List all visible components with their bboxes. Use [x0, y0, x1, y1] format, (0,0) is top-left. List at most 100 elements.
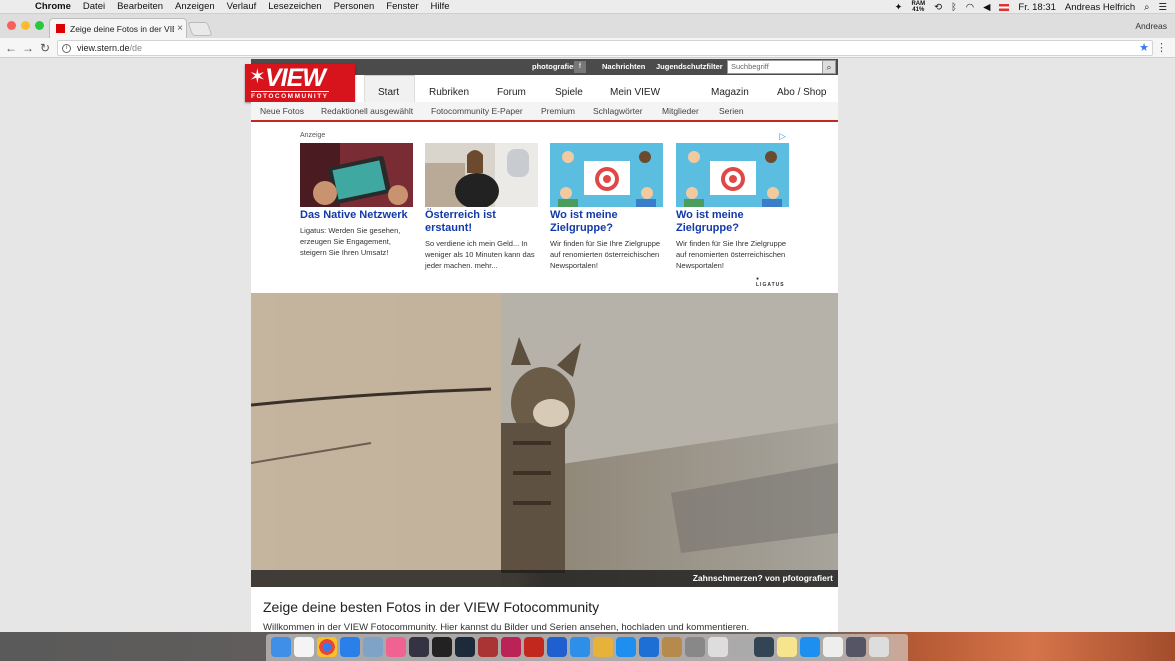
ad-card-title[interactable]: Wo ist meine Zielgruppe?: [676, 209, 789, 235]
affinity-photo-icon[interactable]: [478, 637, 498, 657]
hero-caption[interactable]: Zahnschmerzen? von pfotografiert: [251, 570, 838, 587]
ad-card-title[interactable]: Wo ist meine Zielgruppe?: [550, 209, 663, 235]
subnav-e-paper[interactable]: Fotocommunity E-Paper: [431, 106, 523, 116]
subnav-premium[interactable]: Premium: [541, 106, 575, 116]
ad-image-tablet[interactable]: [300, 143, 413, 207]
bluetooth-icon[interactable]: ᛒ: [951, 2, 957, 13]
document-icon[interactable]: [823, 637, 843, 657]
ad-image-target-audience[interactable]: [676, 143, 789, 207]
chrome-icon[interactable]: [317, 637, 337, 657]
menu-personen[interactable]: Personen: [334, 1, 375, 12]
top-link-jugendschutzfilter[interactable]: Jugendschutzfilter: [656, 62, 723, 71]
nav-rubriken[interactable]: Rubriken: [429, 87, 469, 98]
menu-bearbeiten[interactable]: Bearbeiten: [117, 1, 163, 12]
ad-card[interactable]: Österreich ist erstaunt! So verdiene ich…: [425, 143, 538, 271]
itunes-icon[interactable]: [386, 637, 406, 657]
notification-center-icon[interactable]: ☰: [1158, 2, 1167, 13]
ad-card-title[interactable]: Das Native Netzwerk: [300, 209, 413, 222]
ligatus-brand[interactable]: ● LIGATUS: [756, 276, 790, 288]
menubar-user[interactable]: Andreas Helfrich: [1065, 2, 1135, 13]
ad-image-target-audience[interactable]: [550, 143, 663, 207]
ad-card[interactable]: Wo ist meine Zielgruppe? Wir finden für …: [676, 143, 789, 271]
time-machine-icon[interactable]: ⟲: [934, 2, 942, 13]
nx2-icon[interactable]: [432, 637, 452, 657]
volume-icon[interactable]: ◀: [983, 2, 990, 13]
finder-icon[interactable]: [271, 637, 291, 657]
menu-fenster[interactable]: Fenster: [386, 1, 418, 12]
subnav-mitglieder[interactable]: Mitglieder: [662, 106, 699, 116]
forward-icon[interactable]: →: [21, 41, 35, 55]
ad-image-woman[interactable]: [425, 143, 538, 209]
system-prefs-icon[interactable]: [685, 637, 705, 657]
user-badge-icon[interactable]: f: [574, 61, 586, 73]
ad-card-title[interactable]: Österreich ist erstaunt!: [425, 209, 538, 235]
ad-card[interactable]: Das Native Netzwerk Ligatus: Werden Sie …: [300, 143, 413, 258]
menu-hilfe[interactable]: Hilfe: [431, 1, 450, 12]
zoom-window-button[interactable]: [35, 21, 44, 30]
input-source-flag-icon[interactable]: [999, 3, 1010, 11]
menu-lesezeichen[interactable]: Lesezeichen: [268, 1, 321, 12]
lightroom-icon[interactable]: [455, 637, 475, 657]
subnav-neue-fotos[interactable]: Neue Fotos: [260, 106, 304, 116]
app-icon[interactable]: [754, 637, 774, 657]
hero-photo[interactable]: Zahnschmerzen? von pfotografiert: [251, 293, 838, 587]
menu-verlauf[interactable]: Verlauf: [227, 1, 257, 12]
new-tab-button[interactable]: [187, 22, 213, 36]
adchoices-icon[interactable]: ▷: [779, 131, 786, 142]
screenshot-icon[interactable]: [731, 637, 751, 657]
view-logo[interactable]: ✶ VIEW FOTOCOMMUNITY: [245, 64, 355, 102]
dropbox-icon[interactable]: ✦: [894, 2, 902, 13]
photo-editor-icon[interactable]: [501, 637, 521, 657]
minimize-window-button[interactable]: [21, 21, 30, 30]
trash-icon[interactable]: [869, 637, 889, 657]
word-icon[interactable]: [547, 637, 567, 657]
spotlight-icon[interactable]: ⌕: [1144, 2, 1149, 13]
search-icon[interactable]: ⌕: [822, 60, 836, 74]
nav-spiele[interactable]: Spiele: [555, 87, 583, 98]
top-link-nachrichten[interactable]: Nachrichten: [602, 62, 645, 71]
notes-app-icon[interactable]: [662, 637, 682, 657]
subnav-serien[interactable]: Serien: [719, 106, 744, 116]
top-link-photografiert[interactable]: photografiert: [532, 62, 579, 71]
menu-app-name[interactable]: Chrome: [35, 1, 71, 12]
subnav-schlagwoerter[interactable]: Schlagwörter: [593, 106, 643, 116]
browser-menu-icon[interactable]: ⋮: [1156, 41, 1167, 54]
nav-abo-shop[interactable]: Abo / Shop: [777, 87, 826, 98]
tab-close-icon[interactable]: ×: [174, 23, 186, 34]
menu-datei[interactable]: Datei: [83, 1, 105, 12]
messages-icon[interactable]: [570, 637, 590, 657]
site-info-icon[interactable]: i: [62, 43, 71, 53]
browser-tab[interactable]: Zeige deine Fotos in der VIEW ×: [49, 18, 187, 38]
address-bar[interactable]: i view.stern.de /de ★: [57, 40, 1153, 56]
safari-icon[interactable]: [340, 637, 360, 657]
photo-app-icon[interactable]: [409, 637, 429, 657]
bookmark-star-icon[interactable]: ★: [1139, 41, 1149, 54]
folder-icon[interactable]: [777, 637, 797, 657]
calendar-icon[interactable]: [294, 637, 314, 657]
mac-dock: [266, 634, 908, 661]
reload-icon[interactable]: ↻: [38, 41, 52, 55]
nav-magazin[interactable]: Magazin: [711, 87, 749, 98]
utility-icon[interactable]: [708, 637, 728, 657]
downloads-icon[interactable]: [846, 637, 866, 657]
nav-mein-view[interactable]: Mein VIEW: [610, 87, 660, 98]
profile-button[interactable]: Andreas: [1135, 21, 1167, 31]
dropbox-dock-icon[interactable]: [639, 637, 659, 657]
search-input[interactable]: Suchbegriff: [727, 60, 823, 74]
close-window-button[interactable]: [7, 21, 16, 30]
subnav-redaktionell[interactable]: Redaktionell ausgewählt: [321, 106, 413, 116]
network-icon[interactable]: [800, 637, 820, 657]
photos-icon[interactable]: [593, 637, 613, 657]
menubar-clock[interactable]: Fr. 18:31: [1018, 2, 1056, 13]
preview-icon[interactable]: [363, 637, 383, 657]
back-icon[interactable]: ←: [4, 41, 18, 55]
nav-forum[interactable]: Forum: [497, 87, 526, 98]
ram-indicator[interactable]: RAM 41%: [911, 1, 925, 13]
wifi-icon[interactable]: ◠: [966, 2, 974, 13]
url-host: view.stern.de: [77, 43, 130, 53]
app-icon[interactable]: [524, 637, 544, 657]
ad-card[interactable]: Wo ist meine Zielgruppe? Wir finden für …: [550, 143, 663, 271]
menu-anzeigen[interactable]: Anzeigen: [175, 1, 215, 12]
app-store-icon[interactable]: [616, 637, 636, 657]
nav-start[interactable]: Start: [378, 87, 399, 98]
